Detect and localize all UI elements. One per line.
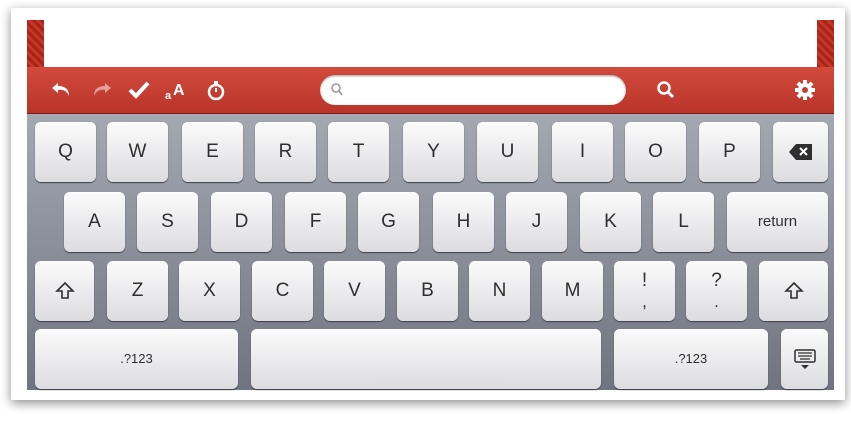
redo-icon[interactable]: [89, 78, 113, 102]
key-c[interactable]: C: [252, 261, 313, 321]
keyboard-hide-icon: [793, 349, 816, 369]
key-y[interactable]: Y: [403, 122, 464, 182]
onscreen-keyboard: Q W E R T Y U I O P A S D F G H J K L re…: [27, 114, 834, 390]
key-u[interactable]: U: [477, 122, 538, 182]
backspace-key[interactable]: [773, 122, 828, 182]
return-key[interactable]: return: [727, 192, 828, 252]
key-question-label: ?: [711, 270, 722, 291]
document-area[interactable]: [27, 20, 834, 67]
numbers-key-right[interactable]: .?123: [614, 329, 768, 389]
key-comma-label: ,: [642, 292, 647, 311]
app-view: aA Q W E R T Y U I O P A S D F G H J K L…: [27, 20, 834, 390]
undo-icon[interactable]: [50, 78, 74, 102]
key-f[interactable]: F: [285, 192, 346, 252]
search-icon[interactable]: [654, 78, 678, 102]
text-size-icon[interactable]: aA: [164, 78, 188, 102]
key-s[interactable]: S: [137, 192, 198, 252]
key-v[interactable]: V: [324, 261, 385, 321]
shift-icon: [54, 281, 75, 299]
settings-gear-icon[interactable]: [793, 78, 817, 102]
key-x[interactable]: X: [179, 261, 240, 321]
shift-key-right[interactable]: [759, 261, 828, 321]
search-input[interactable]: [348, 80, 617, 102]
key-question-period[interactable]: ? .: [686, 261, 747, 321]
search-field-magnifier-icon: [331, 83, 343, 96]
key-exclamation-label: !: [641, 270, 648, 291]
key-i[interactable]: I: [552, 122, 613, 182]
right-edge-strip: [817, 20, 834, 67]
svg-text:A: A: [173, 82, 185, 99]
key-b[interactable]: B: [397, 261, 458, 321]
timer-icon[interactable]: [204, 78, 228, 102]
shift-icon: [783, 281, 804, 299]
key-r[interactable]: R: [255, 122, 316, 182]
key-n[interactable]: N: [469, 261, 530, 321]
key-exclamation-comma[interactable]: ! ,: [614, 261, 675, 321]
search-field[interactable]: [320, 75, 626, 105]
key-q[interactable]: Q: [35, 122, 96, 182]
key-g[interactable]: G: [358, 192, 419, 252]
key-z[interactable]: Z: [107, 261, 168, 321]
numbers-key-left[interactable]: .?123: [35, 329, 238, 389]
svg-text:a: a: [165, 90, 172, 102]
key-m[interactable]: M: [542, 261, 603, 321]
key-w[interactable]: W: [107, 122, 168, 182]
hide-keyboard-key[interactable]: [781, 329, 828, 389]
space-bar[interactable]: [251, 329, 601, 389]
left-edge-strip: [27, 20, 44, 67]
editing-toolbar: aA: [27, 67, 834, 114]
key-d[interactable]: D: [211, 192, 272, 252]
key-a[interactable]: A: [64, 192, 125, 252]
key-e[interactable]: E: [182, 122, 243, 182]
key-k[interactable]: K: [580, 192, 641, 252]
shift-key-left[interactable]: [35, 261, 94, 321]
key-p[interactable]: P: [699, 122, 760, 182]
checkmark-icon[interactable]: [127, 78, 151, 102]
key-o[interactable]: O: [625, 122, 686, 182]
key-l[interactable]: L: [653, 192, 714, 252]
key-j[interactable]: J: [506, 192, 567, 252]
backspace-icon: [788, 143, 812, 160]
key-period-label: .: [714, 292, 719, 311]
key-t[interactable]: T: [328, 122, 389, 182]
key-h[interactable]: H: [433, 192, 494, 252]
